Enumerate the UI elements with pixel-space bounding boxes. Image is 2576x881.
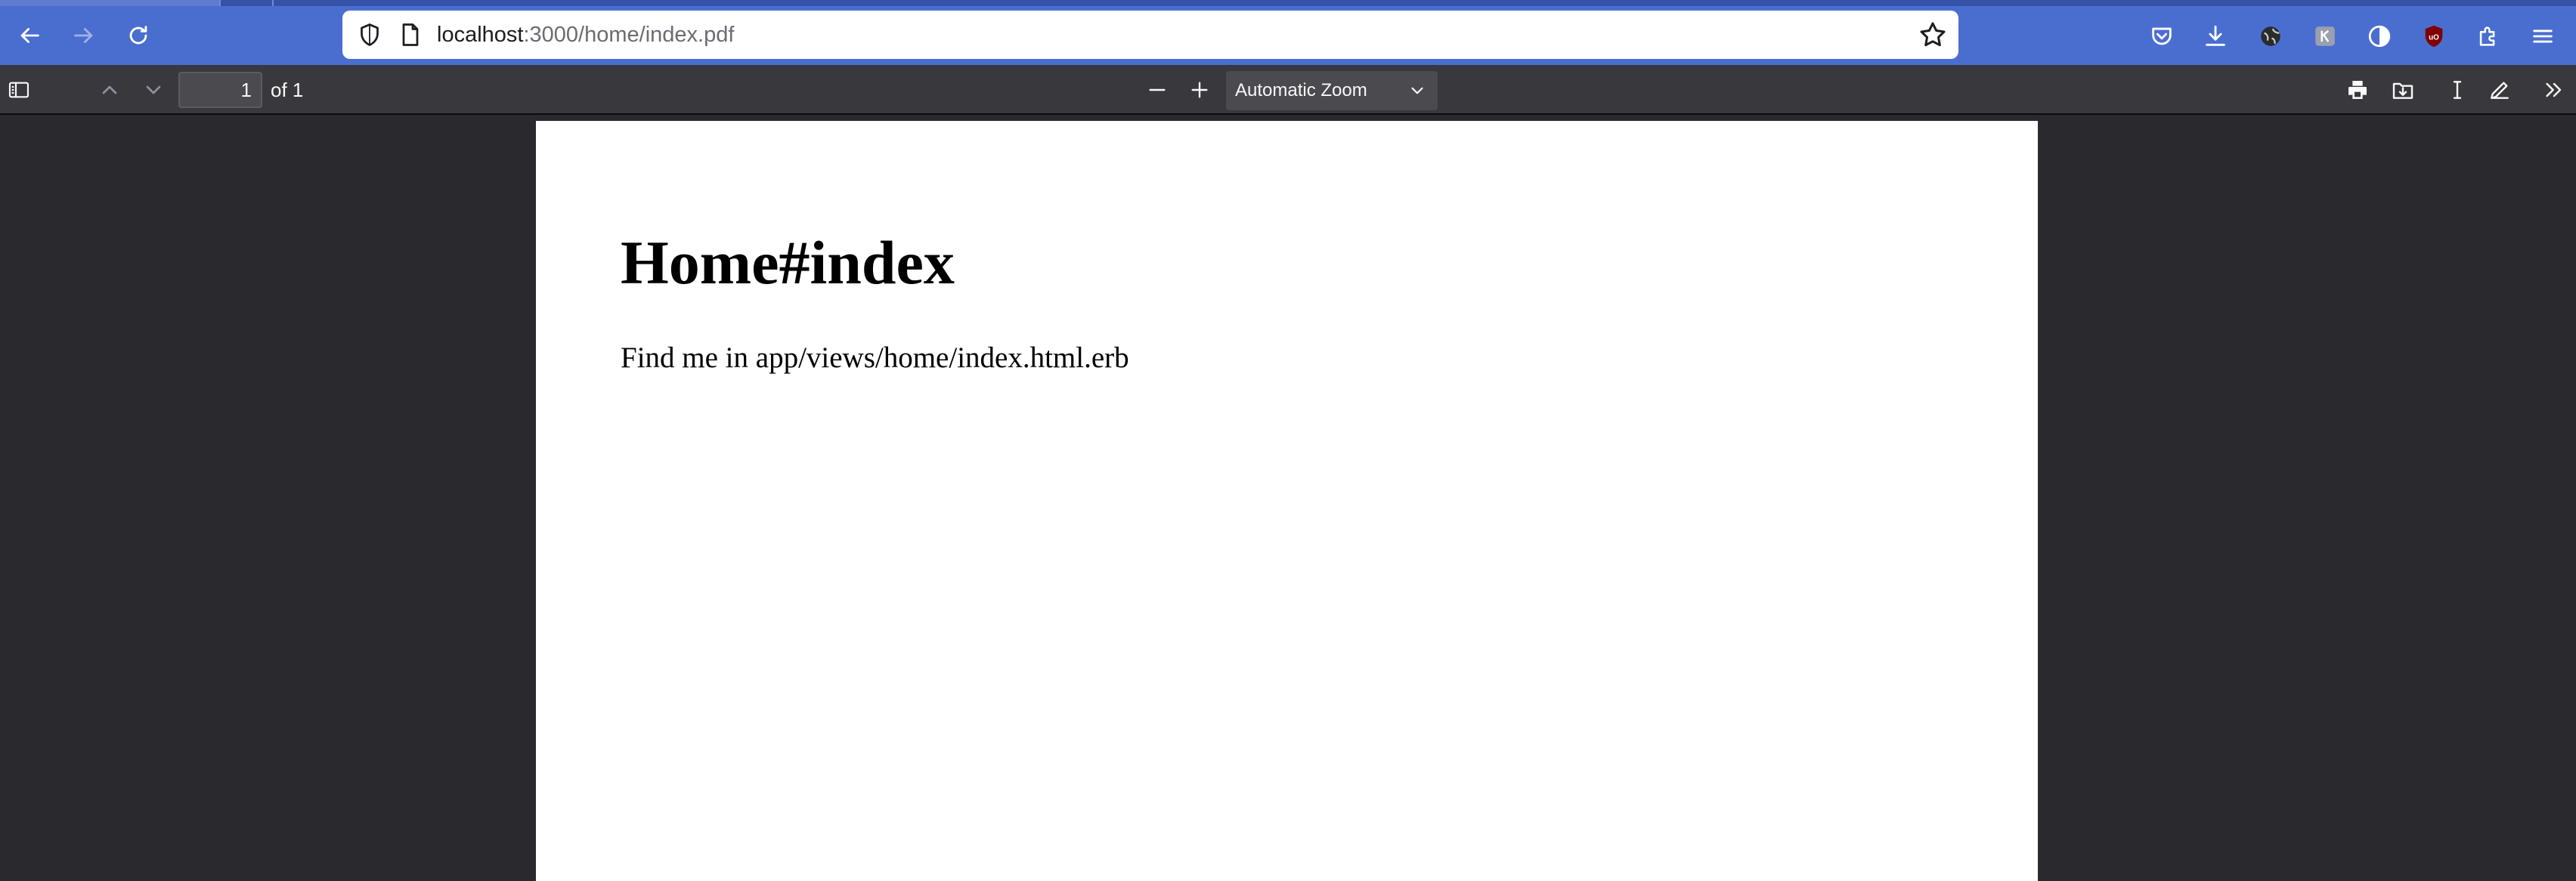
page-number-input[interactable]: 1	[178, 72, 262, 108]
menu-button[interactable]	[2526, 20, 2559, 53]
tools-menu-button[interactable]	[2538, 74, 2570, 106]
zoom-select[interactable]: Automatic Zoom	[1226, 71, 1438, 110]
reload-icon	[129, 26, 147, 45]
chevron-up-icon	[102, 85, 117, 94]
forward-arrow-icon	[74, 28, 93, 43]
page-count: of 1	[271, 79, 304, 101]
page-document-icon[interactable]	[397, 21, 424, 48]
next-page-button[interactable]	[138, 74, 169, 106]
pdf-viewer[interactable]: Home#index Find me in app/views/home/ind…	[0, 116, 2576, 881]
save-button[interactable]	[2387, 74, 2419, 106]
extension-circle-icon	[2368, 25, 2391, 48]
pdf-toolbar: 1 of 1 Automatic Zoom	[0, 65, 2576, 115]
chevron-down-icon	[1411, 87, 1423, 94]
downloads-button[interactable]	[2199, 20, 2232, 53]
url-host: localhost	[437, 23, 524, 47]
tab-strip	[0, 0, 2576, 6]
forward-button[interactable]	[65, 17, 103, 54]
text-cursor-icon	[2453, 81, 2462, 99]
extension-globe-icon	[2261, 26, 2280, 46]
print-button[interactable]	[2342, 74, 2373, 106]
pencil-icon	[2491, 82, 2509, 99]
save-download-icon	[2392, 82, 2413, 99]
navigation-bar: localhost:3000/home/index.pdf uO	[0, 6, 2576, 65]
zoom-in-button[interactable]	[1184, 74, 1215, 106]
extensions-button[interactable]	[2472, 20, 2505, 53]
url-path: :3000/home/index.pdf	[523, 23, 735, 47]
hamburger-menu-icon	[2533, 29, 2553, 43]
chevron-down-icon	[146, 85, 161, 94]
ublock-button[interactable]: uO	[2417, 20, 2451, 53]
draw-tool-button[interactable]	[2484, 74, 2516, 106]
tab-separator	[219, 0, 221, 6]
sidebar-toggle-icon	[8, 82, 29, 98]
back-button[interactable]	[11, 17, 48, 54]
url-text[interactable]: localhost:3000/home/index.pdf	[437, 21, 734, 48]
extension-button[interactable]	[2254, 20, 2287, 53]
reload-button[interactable]	[119, 17, 157, 54]
plus-icon	[1191, 82, 1208, 98]
bookmark-star-icon[interactable]	[1918, 20, 1948, 50]
previous-page-button[interactable]	[94, 74, 125, 106]
download-icon	[2206, 25, 2225, 46]
puzzle-extensions-icon	[2479, 26, 2495, 46]
document-body-text: Find me in app/views/home/index.html.erb	[621, 342, 1129, 374]
printer-icon	[2348, 81, 2367, 99]
back-arrow-icon	[20, 28, 39, 43]
active-tab-indicator[interactable]	[0, 0, 219, 6]
text-tool-button[interactable]	[2441, 74, 2473, 106]
svg-text:uO: uO	[2429, 33, 2439, 42]
ublock-shield-icon: uO	[2425, 25, 2443, 48]
tracking-protection-shield-icon[interactable]	[356, 21, 383, 48]
url-bar[interactable]: localhost:3000/home/index.pdf	[342, 11, 1958, 59]
document-heading: Home#index	[621, 228, 955, 297]
extension-badge-icon	[2315, 26, 2335, 46]
sidebar-toggle-button[interactable]	[3, 74, 35, 106]
extension-button[interactable]	[2363, 20, 2396, 53]
zoom-select-value: Automatic Zoom	[1235, 80, 1367, 100]
pocket-icon	[2152, 27, 2172, 45]
pocket-button[interactable]	[2145, 20, 2178, 53]
zoom-out-button[interactable]	[1141, 74, 1173, 106]
double-chevron-right-icon	[2546, 82, 2562, 97]
extension-button[interactable]	[2308, 20, 2342, 53]
tab-separator	[272, 0, 274, 6]
pdf-page: Home#index Find me in app/views/home/ind…	[536, 121, 2038, 881]
minus-icon	[1149, 88, 1166, 91]
